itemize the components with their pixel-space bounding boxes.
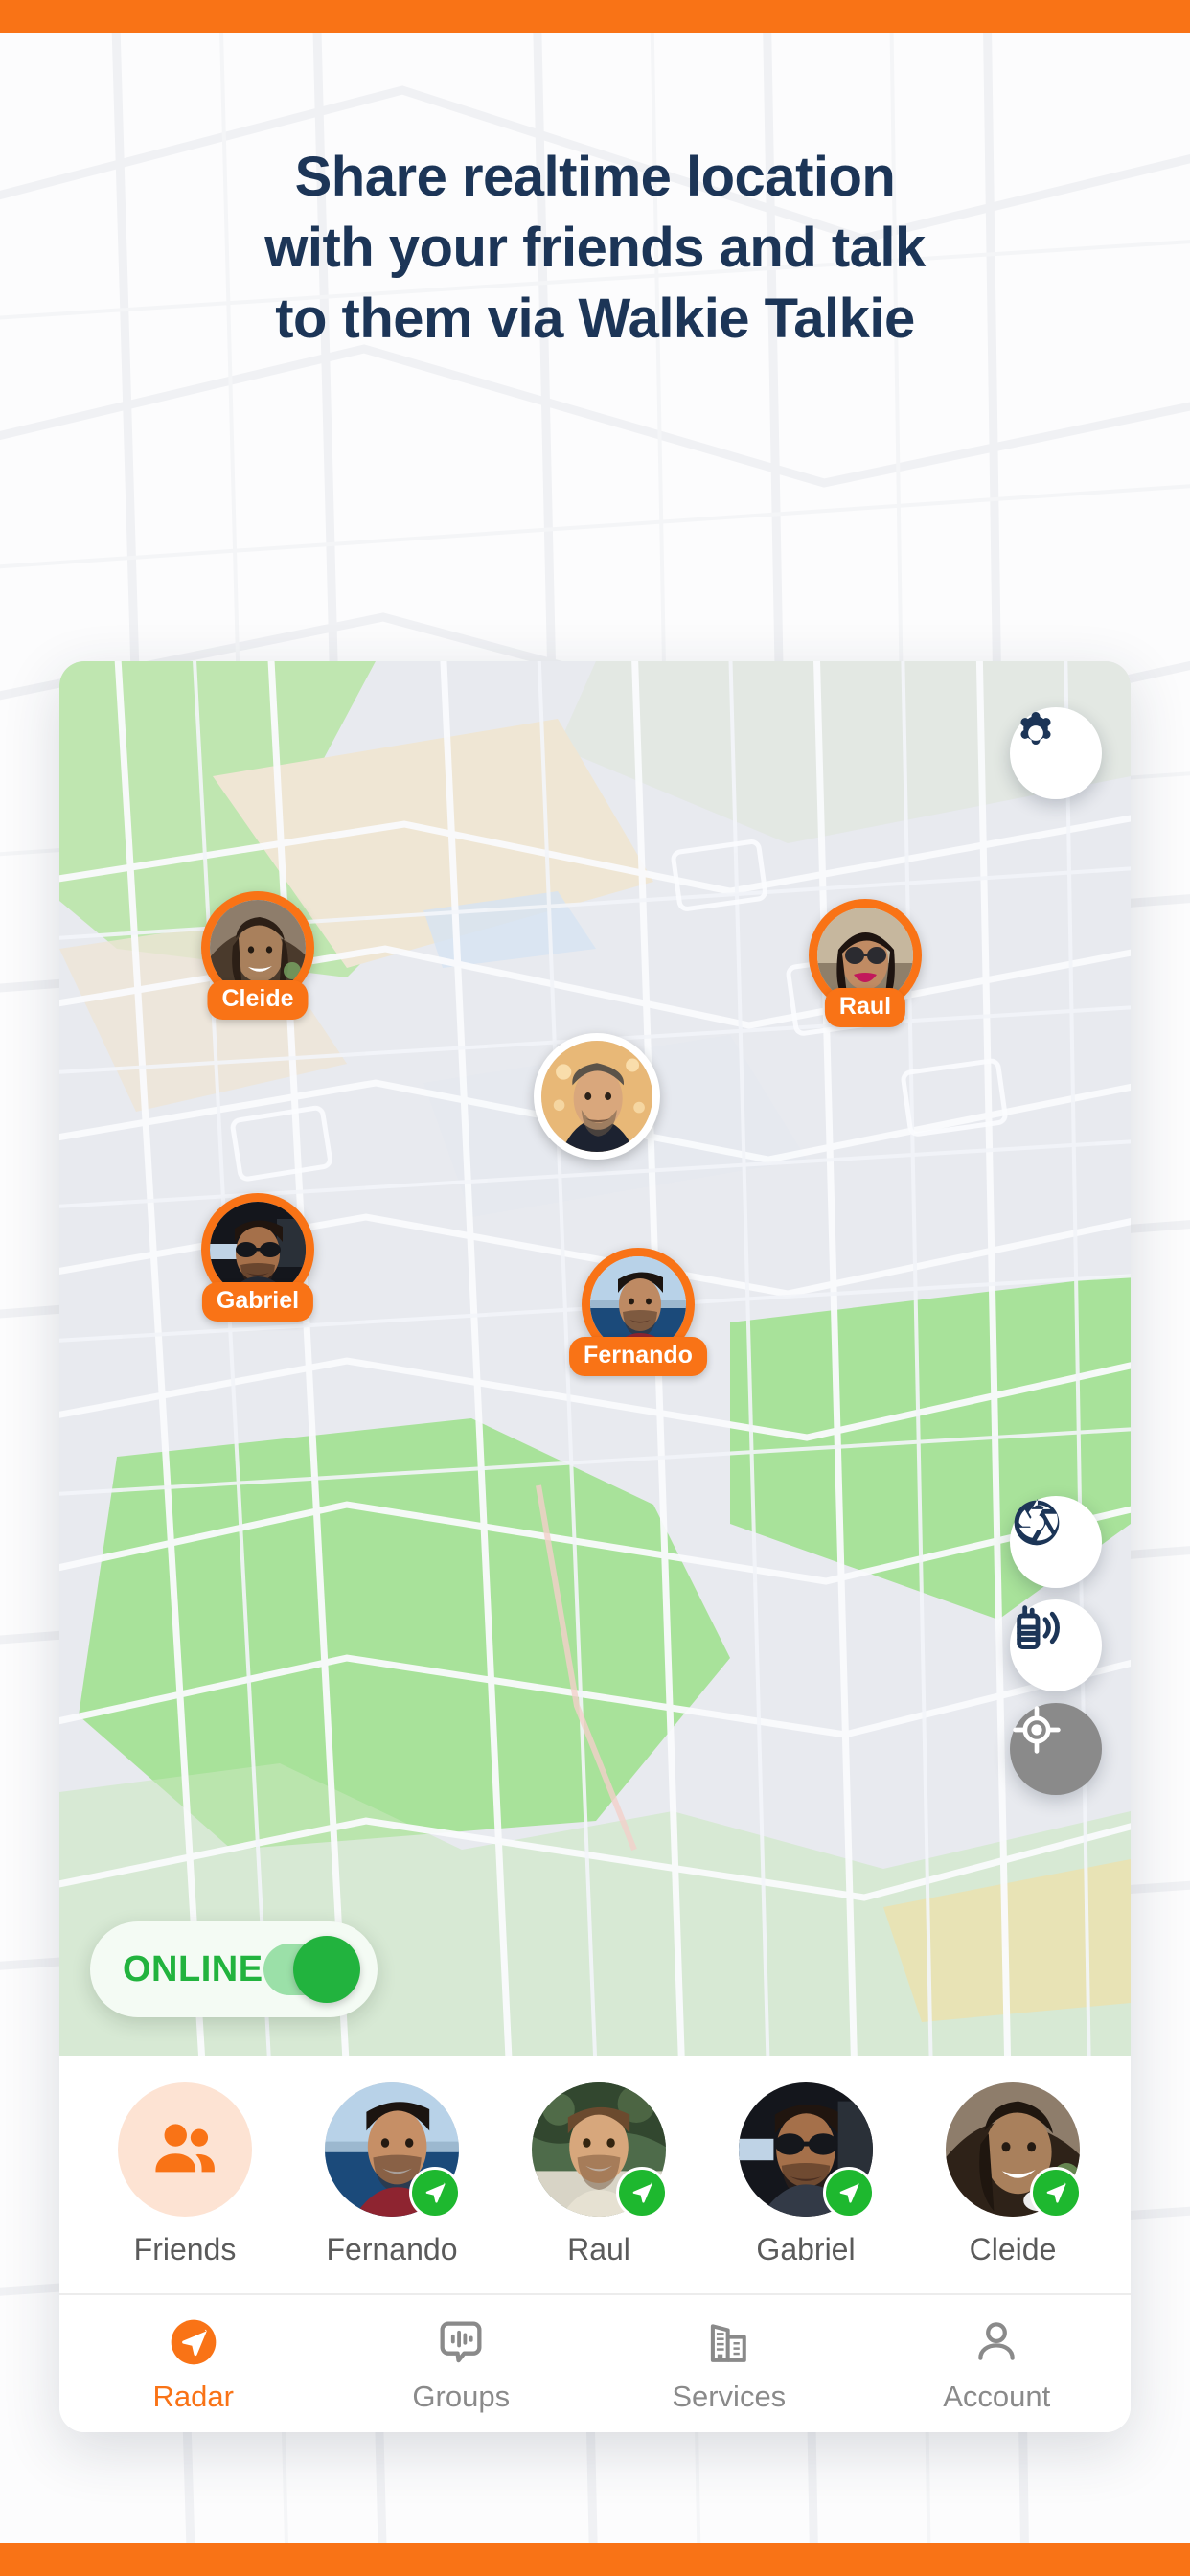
person-icon-wrapper [863,2314,1132,2370]
walkie-talkie-icon [1017,1605,1060,1649]
online-switch[interactable] [263,1936,360,2003]
switch-knob [293,1936,360,2003]
avatar [325,2082,461,2219]
gear-icon [1020,711,1051,746]
friend-name: Gabriel [756,2231,856,2266]
navigation-arrow-icon [632,2182,652,2203]
nav-item-account[interactable]: Account [863,2314,1132,2414]
bottom-navigation: Radar Groups Services Account [59,2293,1131,2432]
aperture-icon [1014,1498,1060,1546]
nav-label: Radar [152,2379,234,2413]
top-accent-bar [0,0,1190,33]
friend-name: Friends [133,2231,237,2266]
my-location-icon [1013,1706,1061,1754]
headline-line-1: Share realtime location [294,146,896,208]
friend-name: Cleide [969,2231,1057,2266]
online-status-label: ONLINE [123,1948,263,1990]
friend-name: Fernando [326,2231,458,2266]
avatar-image [541,1041,652,1152]
map-marker-self[interactable] [534,1033,660,1160]
headline-line-3: to them via Walkie Talkie [275,288,915,351]
nav-item-radar[interactable]: Radar [59,2314,328,2414]
online-badge [616,2166,668,2219]
people-group-icon-wrapper [118,2082,252,2217]
online-badge [409,2166,461,2219]
avatar [532,2082,668,2219]
settings-button[interactable] [1010,707,1102,799]
buildings-icon [710,2323,746,2362]
friend-item-fernando[interactable]: Fernando [310,2082,473,2267]
navigation-arrow-icon [839,2182,859,2203]
online-status-toggle[interactable]: ONLINE [90,1921,378,2017]
nav-item-services[interactable]: Services [595,2314,863,2414]
nav-label: Account [943,2379,1051,2413]
my-location-button[interactable] [1010,1703,1102,1795]
map-view[interactable]: Cleide Raul Gabriel Fernando ONLINE [59,661,1131,2056]
walkie-chat-icon [440,2321,482,2362]
nav-item-groups[interactable]: Groups [328,2314,596,2414]
avatar [739,2082,875,2219]
navigation-arrow-icon [1046,2182,1066,2203]
navigation-arrow-icon [425,2182,446,2203]
avatar [946,2082,1082,2219]
friends-strip[interactable]: Friends Fernando Raul Gabriel Cleide [59,2056,1131,2293]
nav-label: Services [672,2379,787,2413]
online-badge [1030,2166,1082,2219]
map-marker-label: Fernando [569,1337,707,1376]
friend-item-raul[interactable]: Raul [517,2082,680,2267]
nav-label: Groups [412,2379,511,2413]
friend-item-cleide[interactable]: Cleide [931,2082,1094,2267]
map-marker-gabriel[interactable]: Gabriel [201,1193,314,1322]
person-icon [978,2321,1016,2360]
map-marker-label: Gabriel [201,1282,314,1322]
self-avatar [534,1033,660,1160]
buildings-icon-wrapper [595,2314,863,2370]
radar-navigation-icon [171,2319,217,2364]
map-marker-raul[interactable]: Raul [809,899,922,1027]
phone-mockup: Cleide Raul Gabriel Fernando ONLINE Frie… [59,661,1131,2432]
avatar [118,2082,252,2217]
map-marker-label: Raul [824,988,906,1027]
camera-button[interactable] [1010,1496,1102,1588]
radar-navigation-icon-wrapper [59,2314,328,2370]
map-marker-cleide[interactable]: Cleide [201,891,314,1020]
friend-item-gabriel[interactable]: Gabriel [724,2082,887,2267]
online-badge [823,2166,875,2219]
map-marker-label: Cleide [207,980,309,1020]
headline-line-2: with your friends and talk [264,217,926,280]
friend-name: Raul [567,2231,630,2266]
page-headline: Share realtime location with your friend… [0,142,1190,356]
friend-item-friends[interactable]: Friends [103,2082,266,2267]
people-group-icon [155,2123,215,2172]
map-marker-fernando[interactable]: Fernando [569,1248,707,1376]
walkie-talkie-button[interactable] [1010,1599,1102,1691]
walkie-chat-icon-wrapper [328,2314,596,2370]
bottom-accent-bar [0,2543,1190,2576]
